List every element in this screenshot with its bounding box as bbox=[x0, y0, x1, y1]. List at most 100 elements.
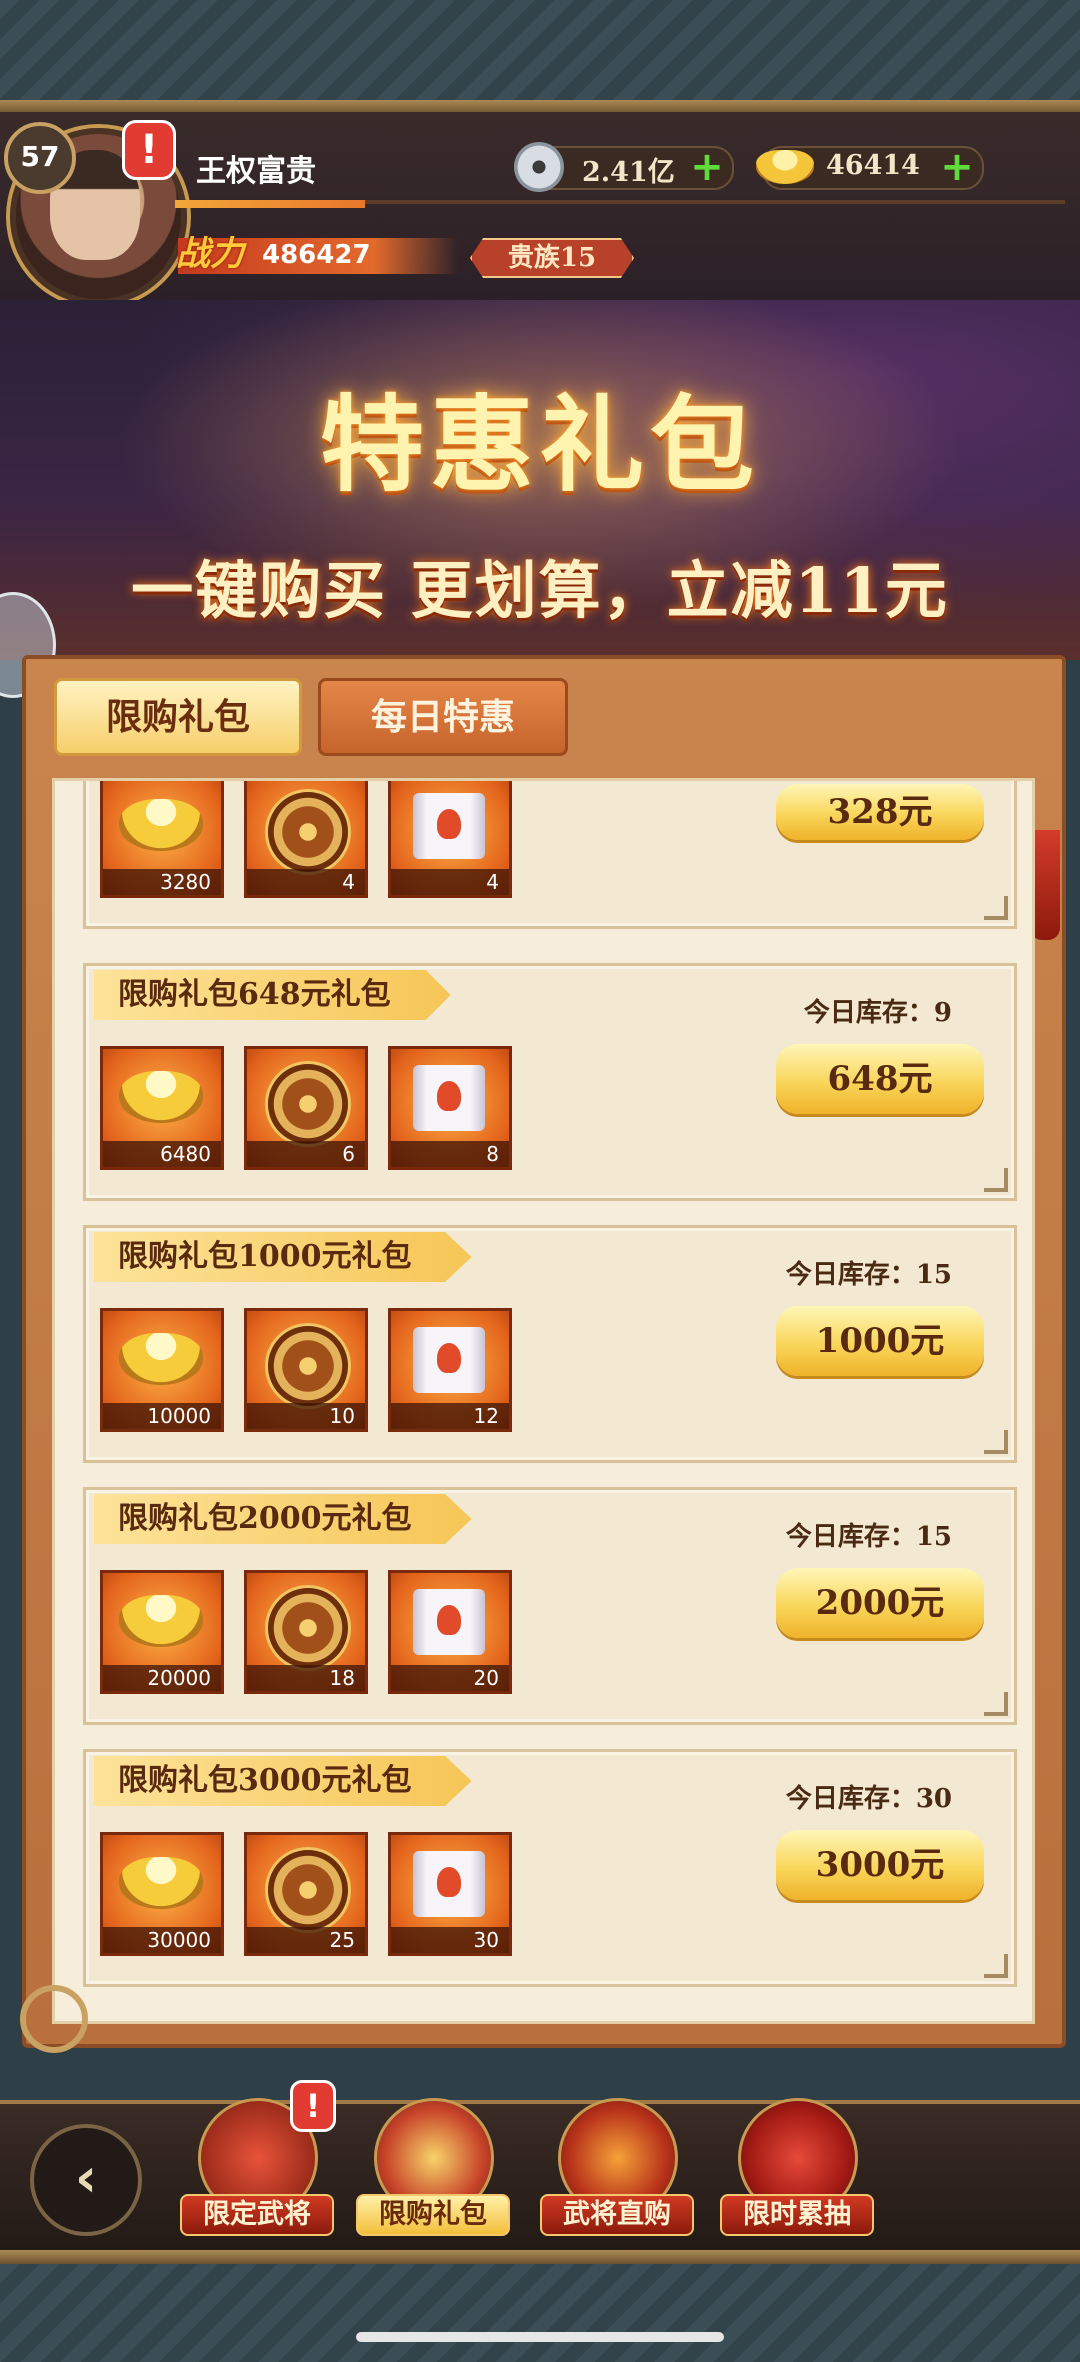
nav-label: 武将直购 bbox=[540, 2194, 694, 2236]
pack-item[interactable]: 12 bbox=[388, 1308, 512, 1432]
pack-stock: 今日库存：15 bbox=[785, 1522, 952, 1552]
back-button[interactable]: ‹ bbox=[30, 2124, 142, 2236]
nav-alert-badge: ! bbox=[290, 2080, 336, 2132]
item-count: 4 bbox=[391, 869, 509, 895]
item-count: 10000 bbox=[103, 1403, 221, 1429]
item-count: 10 bbox=[247, 1403, 365, 1429]
pack-item[interactable]: 20 bbox=[388, 1570, 512, 1694]
nav-limited-general[interactable]: 限定武将 ! bbox=[180, 2080, 336, 2238]
tab-limited-packs[interactable]: 限购礼包 bbox=[54, 678, 302, 756]
item-count: 6480 bbox=[103, 1141, 221, 1167]
gold-ingot-icon bbox=[119, 1071, 203, 1123]
charm-decoration bbox=[20, 1985, 88, 2053]
power-label: 战力 bbox=[176, 234, 244, 274]
buy-button[interactable]: 1000元 bbox=[776, 1306, 984, 1376]
add-silver-button[interactable]: + bbox=[690, 147, 724, 187]
token-icon bbox=[265, 789, 351, 875]
pack-item[interactable]: 18 bbox=[244, 1570, 368, 1694]
pack-item[interactable]: 6 bbox=[244, 1046, 368, 1170]
header-divider bbox=[365, 200, 1065, 204]
scroll-icon bbox=[413, 1851, 485, 1917]
home-indicator[interactable] bbox=[356, 2332, 724, 2342]
item-count: 8 bbox=[391, 1141, 509, 1167]
pack-stock: 今日库存：9 bbox=[803, 998, 952, 1028]
noble-badge[interactable]: 贵族15 bbox=[470, 238, 634, 278]
pack-title: 限购礼包1000元礼包 bbox=[94, 1232, 472, 1282]
scroll-icon bbox=[413, 1065, 485, 1131]
token-icon bbox=[265, 1585, 351, 1671]
buy-button[interactable]: 3000元 bbox=[776, 1830, 984, 1900]
item-count: 18 bbox=[247, 1665, 365, 1691]
nav-label: 限购礼包 bbox=[356, 2194, 510, 2236]
token-icon bbox=[265, 1323, 351, 1409]
scroll-icon bbox=[413, 1327, 485, 1393]
banner-title: 特惠礼包 bbox=[319, 383, 760, 506]
gold-amount: 46414 bbox=[826, 150, 920, 181]
pack-item[interactable]: 8 bbox=[388, 1046, 512, 1170]
gold-ingot-icon bbox=[119, 799, 203, 851]
token-icon bbox=[265, 1847, 351, 1933]
add-gold-button[interactable]: + bbox=[940, 147, 974, 187]
exp-bar bbox=[175, 200, 365, 208]
silver-currency: 2.41亿 + bbox=[514, 142, 734, 192]
buy-button[interactable]: 328元 bbox=[776, 784, 984, 840]
pack-item[interactable]: 30 bbox=[388, 1832, 512, 1956]
tab-daily-deals[interactable]: 每日特惠 bbox=[318, 678, 568, 756]
banner-subtitle: 一键购买 更划算，立减11元 bbox=[131, 554, 949, 627]
pack-item[interactable]: 30000 bbox=[100, 1832, 224, 1956]
player-name: 王权富贵 bbox=[196, 154, 316, 189]
pack-title: 限购礼包2000元礼包 bbox=[94, 1494, 472, 1544]
scroll-icon bbox=[413, 793, 485, 859]
bottom-frame bbox=[0, 2264, 1080, 2362]
top-frame bbox=[0, 0, 1080, 110]
pack-card: 限购礼包1000元礼包 今日库存：15 1000元 10000 10 12 bbox=[83, 1225, 1017, 1463]
nav-limited-packs[interactable]: 限购礼包 bbox=[356, 2098, 510, 2238]
bottom-frame-rim bbox=[0, 2250, 1080, 2264]
pack-card: 328元 3280 4 4 bbox=[83, 781, 1017, 929]
pack-item[interactable]: 4 bbox=[388, 781, 512, 898]
pack-card: 限购礼包2000元礼包 今日库存：15 2000元 20000 18 20 bbox=[83, 1487, 1017, 1725]
item-count: 12 bbox=[391, 1403, 509, 1429]
item-count: 30000 bbox=[103, 1927, 221, 1953]
pack-item[interactable]: 10000 bbox=[100, 1308, 224, 1432]
nav-general-direct-buy[interactable]: 武将直购 bbox=[540, 2098, 694, 2238]
item-count: 6 bbox=[247, 1141, 365, 1167]
avatar-alert-badge: ! bbox=[122, 120, 176, 180]
power-value: 486427 bbox=[262, 240, 371, 270]
item-count: 20000 bbox=[103, 1665, 221, 1691]
item-count: 3280 bbox=[103, 869, 221, 895]
buy-button[interactable]: 2000元 bbox=[776, 1568, 984, 1638]
pack-title: 限购礼包3000元礼包 bbox=[94, 1756, 472, 1806]
pack-stock: 今日库存：15 bbox=[785, 1260, 952, 1290]
gold-ingot-icon bbox=[756, 150, 814, 184]
scroll-icon bbox=[413, 1589, 485, 1655]
gold-currency: 46414 + bbox=[756, 146, 984, 190]
nav-label: 限时累抽 bbox=[720, 2194, 874, 2236]
gold-ingot-icon bbox=[119, 1595, 203, 1647]
token-icon bbox=[265, 1061, 351, 1147]
pack-list[interactable]: 328元 3280 4 4 限购礼包648元礼包 今日库存：9 648元 648… bbox=[52, 778, 1035, 2024]
pack-item[interactable]: 3280 bbox=[100, 781, 224, 898]
pack-card: 限购礼包3000元礼包 今日库存：30 3000元 30000 25 30 bbox=[83, 1749, 1017, 1987]
item-count: 20 bbox=[391, 1665, 509, 1691]
pack-item[interactable]: 25 bbox=[244, 1832, 368, 1956]
pack-item[interactable]: 6480 bbox=[100, 1046, 224, 1170]
pack-title: 限购礼包648元礼包 bbox=[94, 970, 451, 1020]
nav-label: 限定武将 bbox=[180, 2194, 334, 2236]
back-icon: ‹ bbox=[74, 2146, 98, 2209]
pack-item[interactable]: 20000 bbox=[100, 1570, 224, 1694]
silver-amount: 2.41亿 bbox=[582, 157, 675, 188]
level-badge: 57 bbox=[4, 122, 76, 194]
gold-ingot-icon bbox=[119, 1857, 203, 1909]
item-count: 25 bbox=[247, 1927, 365, 1953]
pack-stock: 今日库存：30 bbox=[785, 1784, 952, 1814]
pack-card: 限购礼包648元礼包 今日库存：9 648元 6480 6 8 bbox=[83, 963, 1017, 1201]
gold-ingot-icon bbox=[119, 1333, 203, 1385]
pack-item[interactable]: 4 bbox=[244, 781, 368, 898]
pack-item[interactable]: 10 bbox=[244, 1308, 368, 1432]
nav-timed-draw[interactable]: 限时累抽 bbox=[720, 2098, 874, 2238]
silver-coin-icon bbox=[514, 142, 564, 192]
item-count: 4 bbox=[247, 869, 365, 895]
item-count: 30 bbox=[391, 1927, 509, 1953]
buy-button[interactable]: 648元 bbox=[776, 1044, 984, 1114]
